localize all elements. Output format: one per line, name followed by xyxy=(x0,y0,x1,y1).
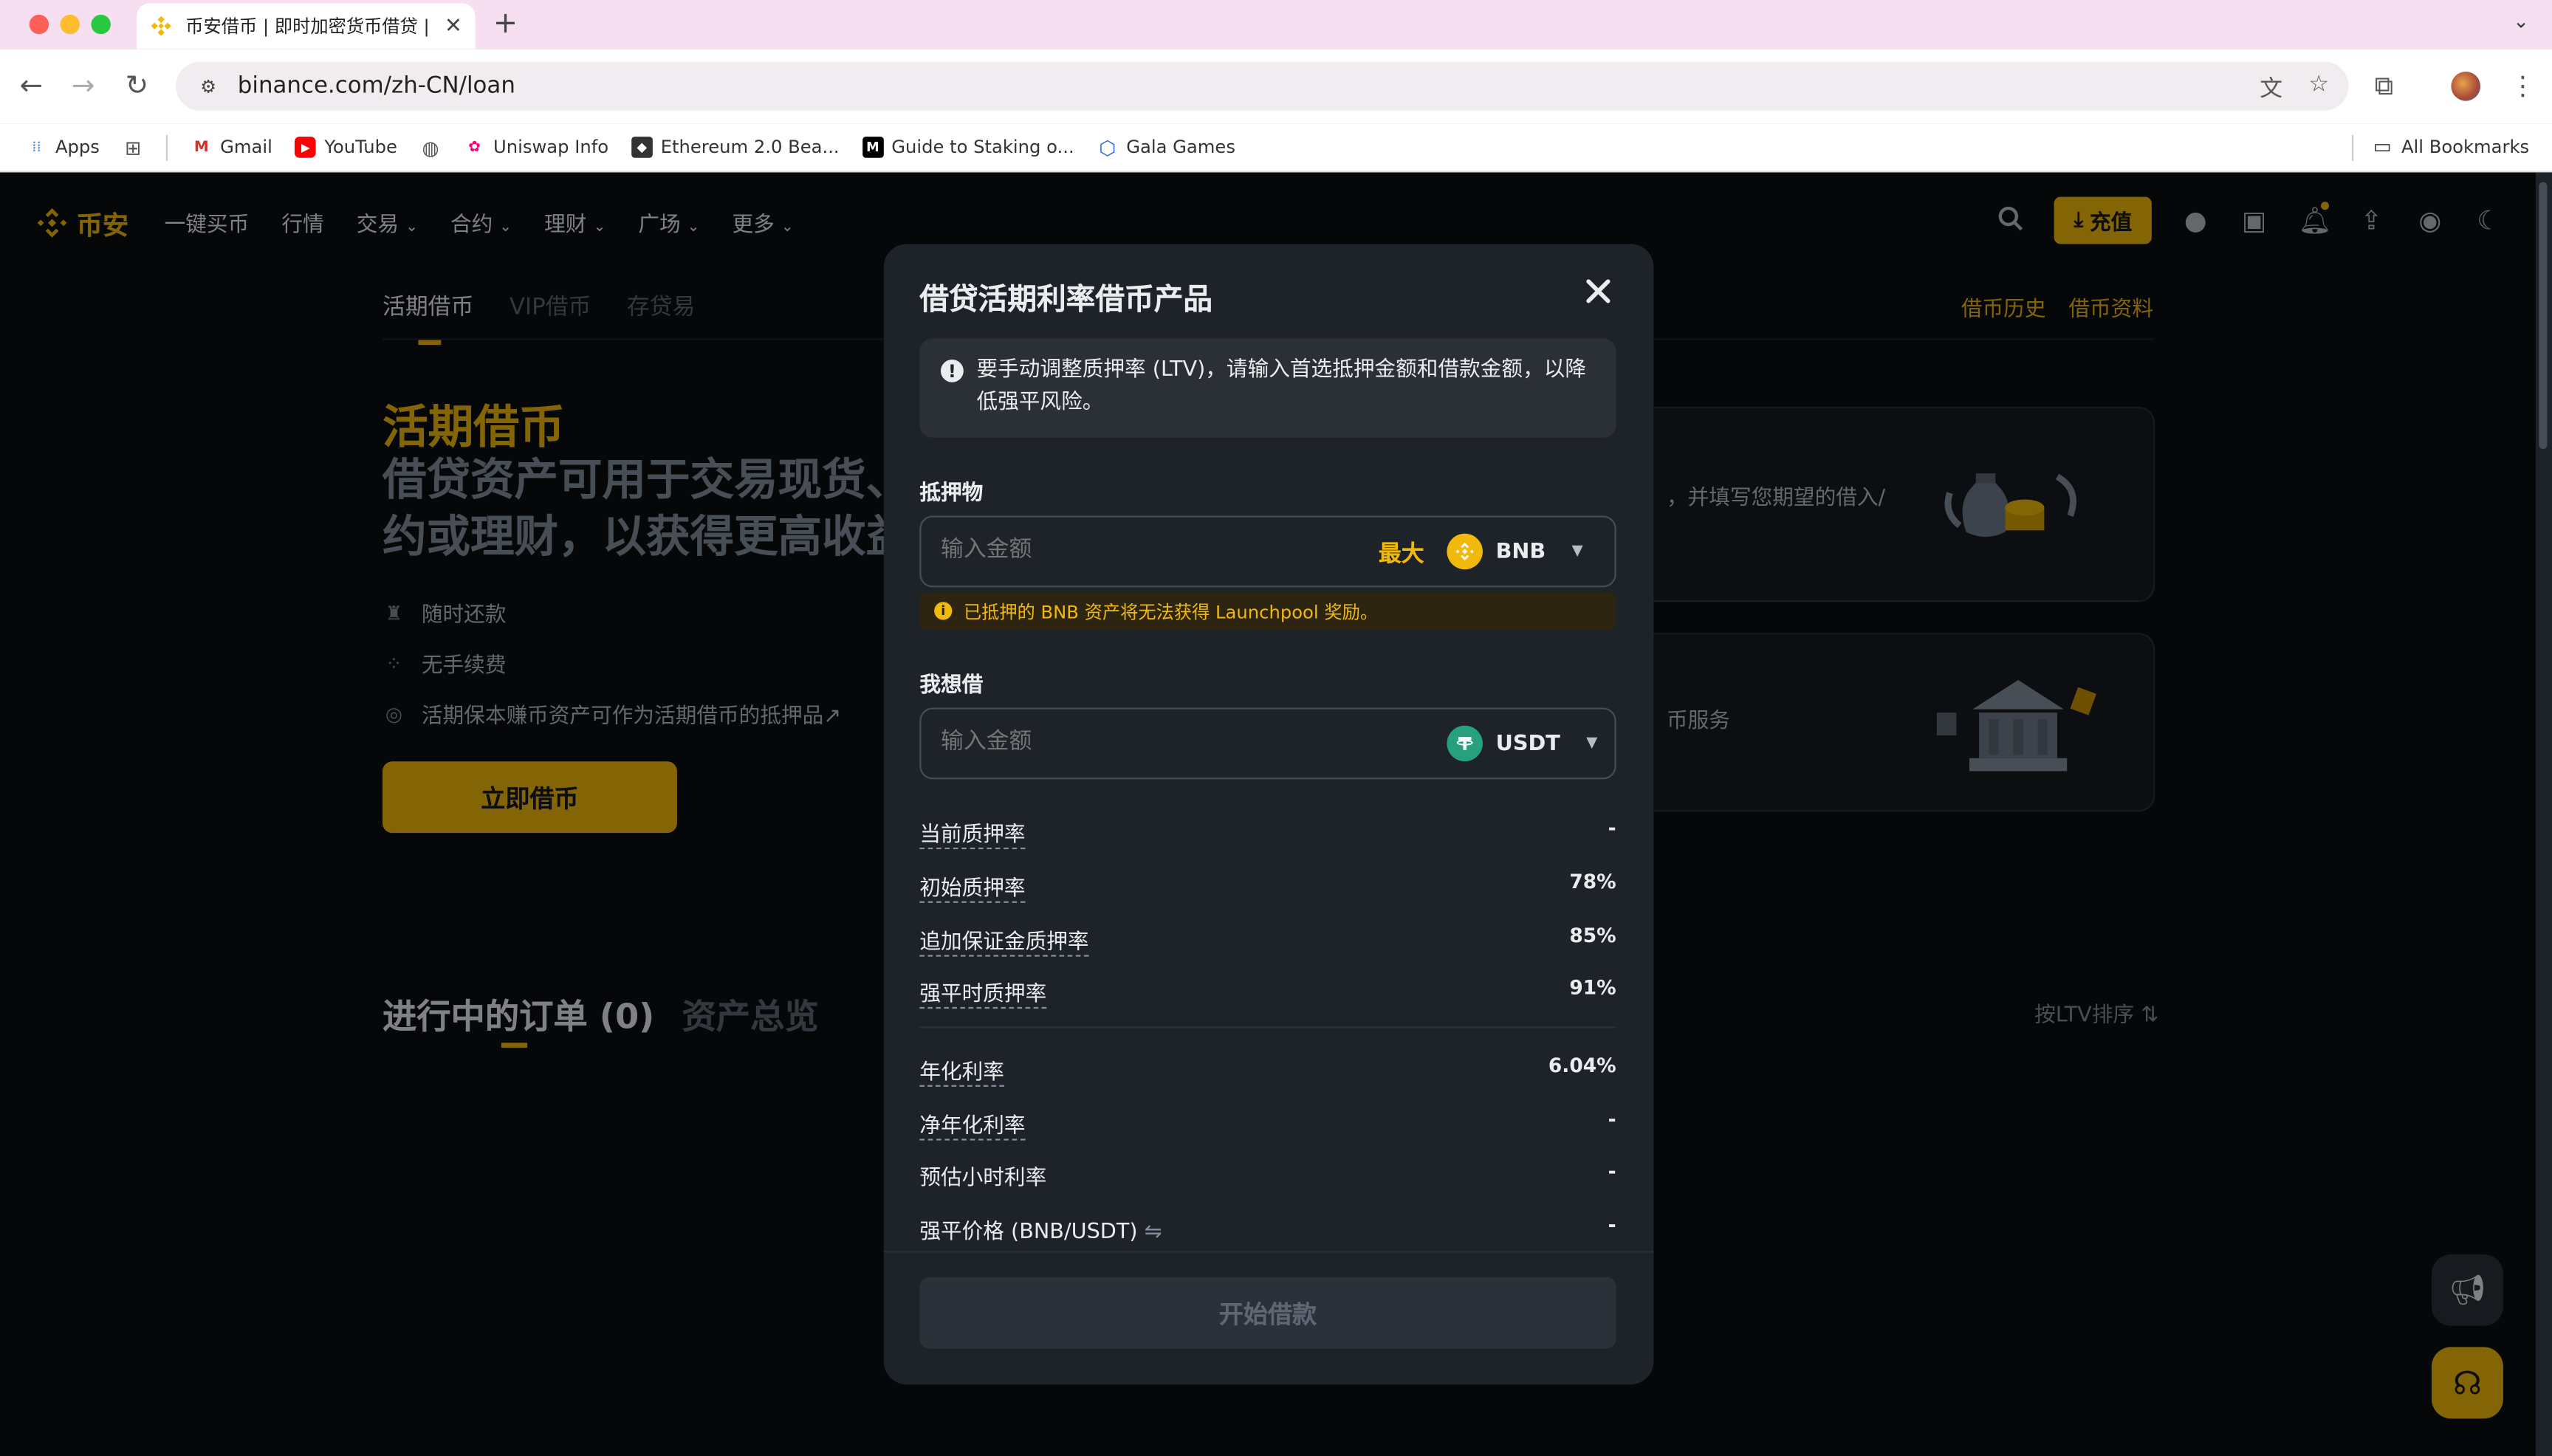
bookmark-globe[interactable]: ◍ xyxy=(420,135,442,159)
tab-close-icon[interactable]: ✕ xyxy=(445,14,462,38)
uniswap-icon: ✿ xyxy=(468,139,481,156)
caret-down-icon: ▼ xyxy=(1586,735,1598,752)
collateral-amount-input[interactable] xyxy=(940,537,1234,563)
all-bookmarks[interactable]: ▭ All Bookmarks xyxy=(2373,135,2529,158)
address-bar[interactable]: ⚙ binance.com/zh-CN/loan 文 ☆ xyxy=(176,61,2349,111)
url-text[interactable]: binance.com/zh-CN/loan xyxy=(238,73,515,99)
tab-groups-icon[interactable]: ⊞ xyxy=(123,136,144,159)
site-settings-icon[interactable]: ⚙ xyxy=(195,73,221,99)
collateral-label: 抵押物 xyxy=(919,481,984,506)
usdt-coin-icon xyxy=(1447,725,1483,762)
liquidation-price-row: 强平价格 (BNB/USDT) ⇋ - xyxy=(919,1213,1616,1245)
browser-toolbar: ← → ↻ ⚙ binance.com/zh-CN/loan 文 ☆ ⧉ ⋮ xyxy=(0,49,2552,124)
binance-favicon-icon xyxy=(150,15,173,38)
bookmark-youtube[interactable]: ▶ YouTube xyxy=(295,137,397,158)
page-scrollbar[interactable] xyxy=(2535,172,2552,1456)
borrow-input-box: USDT ▼ xyxy=(919,707,1616,780)
start-borrow-button[interactable]: 开始借款 xyxy=(919,1277,1616,1349)
hourly-rate-row: 预估小时利率 - xyxy=(919,1160,1616,1191)
swap-arrows-icon[interactable]: ⇋ xyxy=(1145,1220,1162,1245)
collateral-coin-select[interactable]: BNB ▼ xyxy=(1447,533,1583,570)
profile-avatar[interactable] xyxy=(2451,71,2481,101)
bookmark-separator xyxy=(166,134,168,161)
gmail-icon: M xyxy=(193,139,209,156)
borrow-label: 我想借 xyxy=(919,673,984,698)
borrow-coin-select[interactable]: USDT ▼ xyxy=(1447,725,1598,762)
borrow-amount-input[interactable] xyxy=(940,729,1234,755)
annual-rate-row: 年化利率 6.04% xyxy=(919,1054,1616,1087)
initial-ltv-row: 初始质押率 78% xyxy=(919,870,1616,903)
bookmark-staking-guide[interactable]: M Guide to Staking o... xyxy=(862,137,1074,158)
window-close-button[interactable] xyxy=(29,14,49,35)
reload-icon[interactable]: ↻ xyxy=(126,70,148,103)
medium-icon: M xyxy=(862,137,884,158)
net-annual-rate-row: 净年化利率 - xyxy=(919,1108,1616,1141)
exclamation-icon: ! xyxy=(940,359,964,382)
bookmark-star-icon[interactable]: ☆ xyxy=(2308,72,2329,104)
globe-icon: ◍ xyxy=(422,135,439,159)
current-ltv-row: 当前质押率 - xyxy=(919,817,1616,850)
bookmark-ethereum[interactable]: ◆ Ethereum 2.0 Bea... xyxy=(631,137,840,158)
liquidation-ltv-row: 强平时质押率 91% xyxy=(919,976,1616,1009)
launchpool-warning: i 已抵押的 BNB 资产将无法获得 Launchpool 奖励。 xyxy=(919,592,1616,630)
max-button[interactable]: 最大 xyxy=(1379,537,1424,569)
modal-title: 借贷活期利率借币产品 xyxy=(919,283,1213,317)
folder-icon: ▭ xyxy=(2373,134,2392,158)
chrome-menu-icon[interactable]: ⋮ xyxy=(2510,70,2536,101)
apps-grid-icon: ⁞⁞ xyxy=(32,139,41,156)
divider xyxy=(883,1251,1654,1253)
margin-call-ltv-row: 追加保证金质押率 85% xyxy=(919,924,1616,957)
bookmarks-bar: ⁞⁞ Apps ⊞ M Gmail ▶ YouTube ◍ ✿ Uniswap … xyxy=(0,123,2552,173)
caret-down-icon: ▼ xyxy=(1571,543,1583,560)
borrow-modal: 借贷活期利率借币产品 ! 要手动调整质押率 (LTV)，请输入首选抵押金额和借款… xyxy=(883,244,1654,1385)
bookmark-uniswap[interactable]: ✿ Uniswap Info xyxy=(464,137,608,158)
bookmark-apps[interactable]: ⁞⁞ Apps xyxy=(26,137,100,158)
collateral-input-box: 最大 BNB ▼ xyxy=(919,515,1616,588)
scrollbar-thumb[interactable] xyxy=(2539,182,2548,450)
bookmark-separator xyxy=(2351,134,2354,162)
tab-title: 币安借币 | 即时加密货币借贷 | R xyxy=(185,16,435,38)
close-icon[interactable] xyxy=(1579,272,1618,311)
extensions-icon[interactable]: ⧉ xyxy=(2375,70,2393,103)
window-zoom-button[interactable] xyxy=(91,14,111,35)
new-tab-icon[interactable]: + xyxy=(493,7,518,41)
browser-tab[interactable]: 币安借币 | 即时加密货币借贷 | R ✕ xyxy=(137,3,476,49)
tab-search-chevron-icon[interactable]: ⌄ xyxy=(2513,10,2529,32)
youtube-icon: ▶ xyxy=(295,137,317,158)
window-minimize-button[interactable] xyxy=(60,14,80,35)
ltv-alert: ! 要手动调整质押率 (LTV)，请输入首选抵押金额和借款金额，以降低强平风险。 xyxy=(919,338,1616,438)
forward-arrow-icon[interactable]: → xyxy=(72,70,95,103)
translate-icon[interactable]: 文 xyxy=(2260,72,2282,104)
bookmark-gmail[interactable]: M Gmail xyxy=(191,137,272,158)
back-arrow-icon[interactable]: ← xyxy=(19,70,42,103)
browser-tab-bar: 币安借币 | 即时加密货币借贷 | R ✕ + ⌄ xyxy=(0,0,2552,49)
divider xyxy=(919,1026,1616,1029)
gala-games-icon: ⬡ xyxy=(1099,135,1116,159)
ethereum-icon: ◆ xyxy=(631,137,653,158)
info-icon: i xyxy=(934,602,953,620)
bookmark-gala-games[interactable]: ⬡ Gala Games xyxy=(1097,135,1235,159)
bnb-coin-icon xyxy=(1447,533,1483,570)
